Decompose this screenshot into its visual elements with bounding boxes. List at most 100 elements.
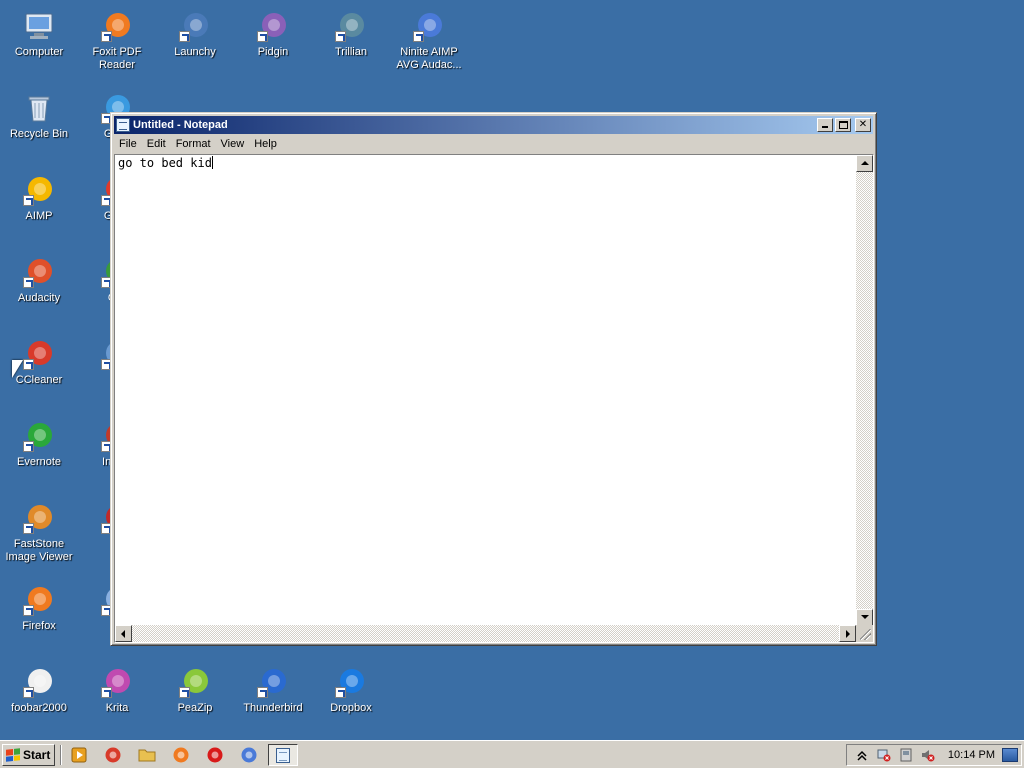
shortcut-arrow-icon: [101, 31, 112, 42]
desktop-icon-label: AIMP: [25, 210, 53, 222]
close-icon: ✕: [858, 119, 868, 130]
chrome-icon[interactable]: [104, 746, 122, 764]
maximize-icon: [839, 121, 848, 129]
resize-grip[interactable]: [856, 625, 873, 642]
shortcut-arrow-icon: [335, 687, 346, 698]
shortcut-arrow-icon: [179, 687, 190, 698]
dropbox-icon: [335, 666, 367, 698]
shortcut-arrow-icon: [23, 523, 34, 534]
opera-icon[interactable]: [206, 746, 224, 764]
menu-help[interactable]: Help: [249, 135, 282, 153]
shortcut-arrow-icon: [413, 31, 424, 42]
shortcut-arrow-icon: [23, 605, 34, 616]
faststone-icon: [23, 502, 55, 534]
peazip-icon: [179, 666, 211, 698]
desktop-icon-label: Dropbox: [330, 702, 372, 714]
text-editor[interactable]: go to bed kid: [114, 154, 874, 643]
desktop-icon[interactable]: Ninite AIMP AVG Audac...: [390, 4, 468, 80]
folder-icon[interactable]: [138, 746, 156, 764]
mouse-cursor: [12, 360, 23, 378]
desktop-icon-label: foobar2000: [11, 702, 67, 714]
system-tray: 10:14 PM: [846, 744, 1022, 766]
computer-icon: [23, 10, 55, 42]
desktop-icon-label: Computer: [14, 46, 64, 58]
start-button[interactable]: Start: [2, 744, 55, 766]
desktop-icon[interactable]: AIMP: [0, 168, 78, 244]
scroll-right-button[interactable]: [839, 625, 856, 642]
notepad-window: Untitled - Notepad ✕ File Edit Format Vi…: [110, 112, 877, 646]
firefox-icon[interactable]: [172, 746, 190, 764]
desktop-icon[interactable]: Firefox: [0, 578, 78, 654]
tray-expand-icon[interactable]: [855, 748, 869, 762]
shortcut-arrow-icon: [23, 359, 34, 370]
horizontal-scrollbar[interactable]: [115, 625, 856, 642]
desktop-icon[interactable]: Launchy: [156, 4, 234, 80]
ccleaner-icon: [23, 338, 55, 370]
desktop-icon[interactable]: Dropbox: [312, 660, 390, 736]
maximize-button[interactable]: [835, 118, 851, 132]
desktop-icon-label: PeaZip: [177, 702, 213, 714]
notepad-icon: [276, 748, 290, 763]
ninite-icon[interactable]: [240, 746, 258, 764]
text-caret: [211, 156, 213, 169]
pidgin-icon: [257, 10, 289, 42]
taskbar: Start 10:14 PM: [0, 740, 1024, 768]
desktop-icon[interactable]: Thunderbird: [234, 660, 312, 736]
minimize-button[interactable]: [817, 118, 833, 132]
desktop-icon-label: Foxit PDF Reader: [92, 46, 142, 71]
shortcut-arrow-icon: [23, 195, 34, 206]
network-error-icon[interactable]: [877, 748, 891, 762]
desktop-icon[interactable]: Computer: [0, 4, 78, 80]
desktop-icon[interactable]: Foxit PDF Reader: [78, 4, 156, 80]
desktop-icon-label: Evernote: [16, 456, 62, 468]
notepad-app-icon[interactable]: [116, 118, 130, 132]
desktop-icon-label: Krita: [105, 702, 129, 714]
aimp-icon: [23, 174, 55, 206]
shortcut-arrow-icon: [101, 687, 112, 698]
desktop-icon[interactable]: Pidgin: [234, 4, 312, 80]
desktop-icon[interactable]: FastStone Image Viewer: [0, 496, 78, 572]
vertical-scrollbar[interactable]: [856, 155, 873, 626]
scroll-up-button[interactable]: [856, 155, 873, 172]
desktop-icon[interactable]: Recycle Bin: [0, 86, 78, 162]
clock[interactable]: 10:14 PM: [948, 749, 995, 761]
windows-logo-icon: [6, 748, 20, 762]
scroll-left-button[interactable]: [115, 625, 132, 642]
desktop-icon-label: Ninite AIMP AVG Audac...: [396, 46, 462, 71]
desktop-icon[interactable]: Trillian: [312, 4, 390, 80]
title-bar[interactable]: Untitled - Notepad ✕: [114, 116, 873, 134]
shortcut-arrow-icon: [23, 687, 34, 698]
trillian-icon: [335, 10, 367, 42]
desktop-icon-label: Recycle Bin: [9, 128, 69, 140]
arrow-right-icon: [846, 630, 850, 638]
desktop-icon[interactable]: Audacity: [0, 250, 78, 326]
menu-edit[interactable]: Edit: [142, 135, 171, 153]
audacity-icon: [23, 256, 55, 288]
media-player-icon[interactable]: [70, 746, 88, 764]
editor-text: go to bed kid: [118, 156, 212, 170]
menu-file[interactable]: File: [114, 135, 142, 153]
start-label: Start: [23, 748, 51, 762]
desktop-icon[interactable]: foobar2000: [0, 660, 78, 736]
scroll-down-button[interactable]: [856, 609, 873, 626]
editor-content-line[interactable]: go to bed kid: [118, 156, 213, 170]
volume-muted-icon[interactable]: [921, 748, 935, 762]
taskbar-notepad-button[interactable]: [268, 744, 298, 766]
shortcut-arrow-icon: [23, 441, 34, 452]
ninite-icon: [413, 10, 445, 42]
evernote-icon: [23, 420, 55, 452]
close-button[interactable]: ✕: [855, 118, 871, 132]
foobar2000-icon: [23, 666, 55, 698]
menu-view[interactable]: View: [216, 135, 250, 153]
show-desktop-button[interactable]: [1002, 748, 1018, 762]
desktop-icon-label: Launchy: [174, 46, 216, 58]
desktop-icon[interactable]: Krita: [78, 660, 156, 736]
recycle-bin-icon: [23, 92, 55, 124]
desktop-icon-label: Audacity: [17, 292, 61, 304]
device-icon[interactable]: [899, 748, 913, 762]
firefox-icon: [23, 584, 55, 616]
desktop-icon[interactable]: Evernote: [0, 414, 78, 490]
shortcut-arrow-icon: [179, 31, 190, 42]
desktop-icon[interactable]: PeaZip: [156, 660, 234, 736]
menu-format[interactable]: Format: [171, 135, 216, 153]
